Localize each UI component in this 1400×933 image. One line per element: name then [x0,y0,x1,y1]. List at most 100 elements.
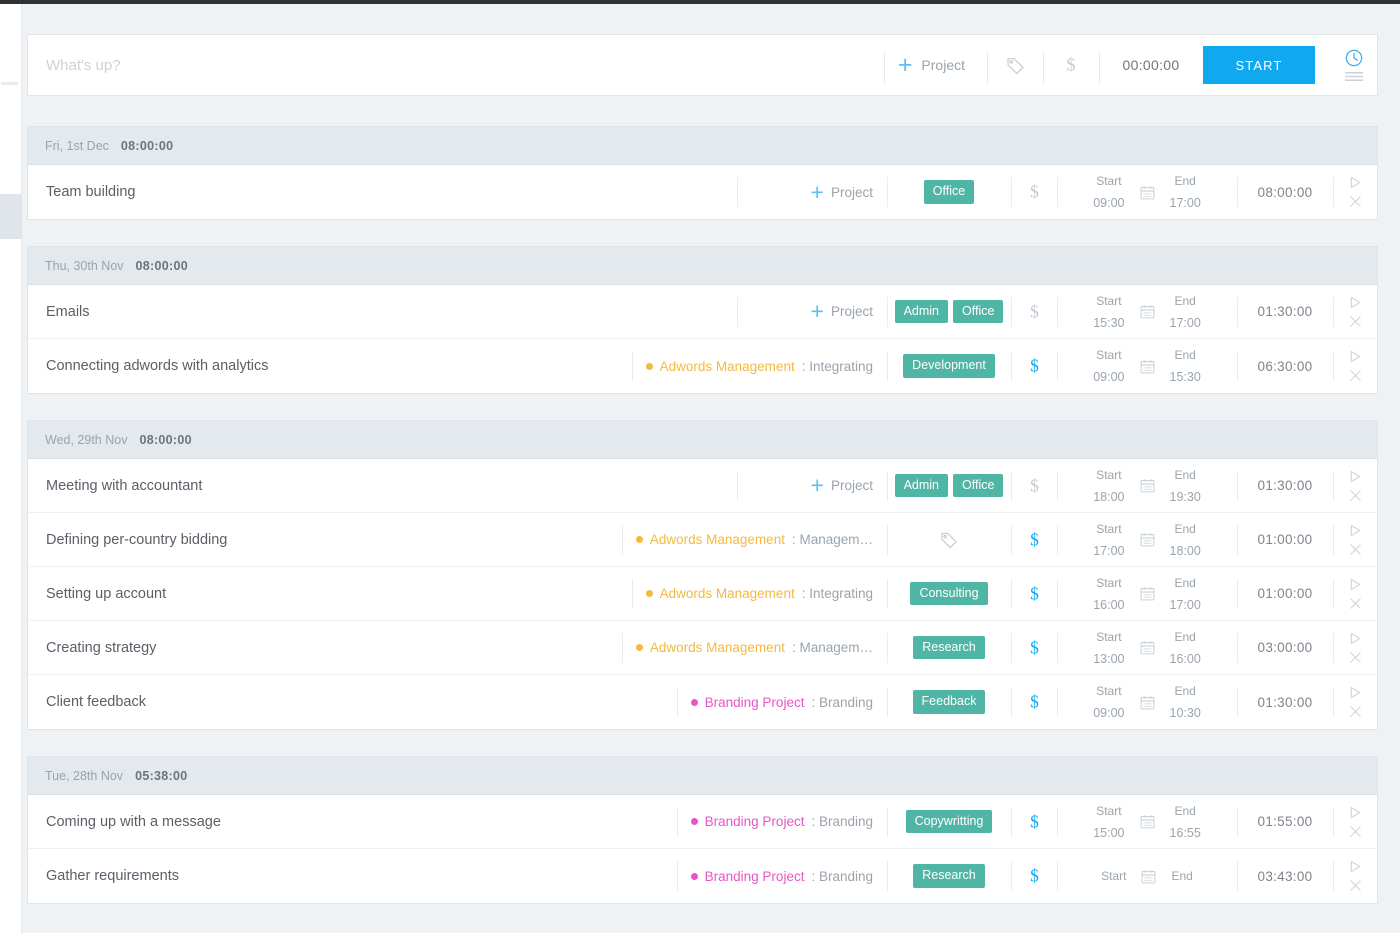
entry-start-time[interactable]: Start [1101,865,1126,887]
continue-timer-button[interactable] [1349,350,1362,363]
entry-end-time[interactable]: End 16:00 [1170,626,1201,669]
add-tag-button[interactable] [987,38,1043,92]
entry-time-range[interactable]: Start 09:00 End 15:30 [1057,339,1237,393]
continue-timer-button[interactable] [1349,176,1362,189]
entry-time-range[interactable]: Start 09:00 End 17:00 [1057,165,1237,219]
delete-entry-button[interactable] [1349,543,1362,556]
entry-tag-selector[interactable]: AdminOffice [887,459,1011,513]
entry-description[interactable]: Meeting with accountant [28,478,737,494]
time-entry-row[interactable]: Defining per-country bidding Adwords Man… [28,513,1377,567]
entry-tag-selector[interactable] [887,513,1011,567]
entry-end-time[interactable]: End 15:30 [1170,344,1201,387]
entry-time-range[interactable]: Start 13:00 End 16:00 [1057,621,1237,675]
entry-start-time[interactable]: Start 15:30 [1093,290,1124,333]
entry-project-selector[interactable]: Adwords Management : Managem… [622,621,887,675]
continue-timer-button[interactable] [1349,578,1362,591]
delete-entry-button[interactable] [1349,825,1362,838]
entry-project-selector[interactable]: Adwords Management : Integrating [632,567,887,621]
entry-duration[interactable]: 01:30:00 [1237,285,1333,339]
delete-entry-button[interactable] [1349,195,1362,208]
entry-duration[interactable]: 01:55:00 [1237,795,1333,849]
entry-billable-toggle[interactable]: $ [1011,513,1057,567]
entry-tag-selector[interactable]: AdminOffice [887,285,1011,339]
delete-entry-button[interactable] [1349,705,1362,718]
entry-description[interactable]: Defining per-country bidding [28,532,622,548]
entry-tag-selector[interactable]: Consulting [887,567,1011,621]
entry-end-time[interactable]: End 16:55 [1170,800,1201,843]
entry-project-selector[interactable]: Adwords Management : Managem… [622,513,887,567]
entry-end-time[interactable]: End [1171,865,1192,887]
entry-tag-selector[interactable]: Feedback [887,675,1011,729]
entry-time-range[interactable]: Start 15:30 End 17:00 [1057,285,1237,339]
time-entry-row[interactable]: Emails + Project AdminOffice $ Start 15:… [28,285,1377,339]
continue-timer-button[interactable] [1349,806,1362,819]
entry-project-selector[interactable]: Branding Project : Branding [677,675,887,729]
delete-entry-button[interactable] [1349,879,1362,892]
time-entry-row[interactable]: Creating strategy Adwords Management : M… [28,621,1377,675]
entry-start-time[interactable]: Start 17:00 [1093,518,1124,561]
entry-time-range[interactable]: Start 17:00 End 18:00 [1057,513,1237,567]
entry-project-selector[interactable]: + Project [737,165,887,219]
entry-billable-toggle[interactable]: $ [1011,339,1057,393]
tag-chip[interactable]: Copywritting [906,810,993,834]
delete-entry-button[interactable] [1349,597,1362,610]
add-project-button[interactable]: + Project [884,38,987,92]
tag-chip[interactable]: Admin [895,300,948,324]
continue-timer-button[interactable] [1349,686,1362,699]
time-entry-row[interactable]: Client feedback Branding Project : Brand… [28,675,1377,729]
entry-tag-selector[interactable]: Research [887,621,1011,675]
task-description-input[interactable] [28,35,884,95]
entry-tag-selector[interactable]: Office [887,165,1011,219]
entry-billable-toggle[interactable]: $ [1011,165,1057,219]
tag-chip[interactable]: Research [913,864,985,888]
entry-time-range[interactable]: Start End [1057,849,1237,903]
delete-entry-button[interactable] [1349,315,1362,328]
continue-timer-button[interactable] [1349,632,1362,645]
entry-billable-toggle[interactable]: $ [1011,795,1057,849]
entry-duration[interactable]: 01:30:00 [1237,675,1333,729]
entry-end-time[interactable]: End 18:00 [1170,518,1201,561]
entry-time-range[interactable]: Start 09:00 End 10:30 [1057,675,1237,729]
entry-start-time[interactable]: Start 16:00 [1093,572,1124,615]
entry-start-time[interactable]: Start 09:00 [1093,680,1124,723]
entry-project-selector[interactable]: Branding Project : Branding [677,849,887,903]
entry-project-selector[interactable]: + Project [737,285,887,339]
entry-description[interactable]: Setting up account [28,586,632,602]
entry-description[interactable]: Team building [28,184,737,200]
delete-entry-button[interactable] [1349,651,1362,664]
entry-duration[interactable]: 01:00:00 [1237,513,1333,567]
entry-start-time[interactable]: Start 13:00 [1093,626,1124,669]
entry-tag-selector[interactable]: Development [887,339,1011,393]
entry-start-time[interactable]: Start 18:00 [1093,464,1124,507]
entry-project-selector[interactable]: Adwords Management : Integrating [632,339,887,393]
entry-time-range[interactable]: Start 15:00 End 16:55 [1057,795,1237,849]
entry-description[interactable]: Emails [28,304,737,320]
entry-end-time[interactable]: End 17:00 [1170,572,1201,615]
time-entry-row[interactable]: Team building + Project Office $ Start 0… [28,165,1377,219]
entry-description[interactable]: Gather requirements [28,868,677,884]
entry-start-time[interactable]: Start 15:00 [1093,800,1124,843]
start-button[interactable]: START [1203,46,1315,84]
delete-entry-button[interactable] [1349,369,1362,382]
entry-start-time[interactable]: Start 09:00 [1093,170,1124,213]
entry-description[interactable]: Connecting adwords with analytics [28,358,632,374]
entry-billable-toggle[interactable]: $ [1011,285,1057,339]
entry-duration[interactable]: 01:30:00 [1237,459,1333,513]
entry-duration[interactable]: 08:00:00 [1237,165,1333,219]
entry-billable-toggle[interactable]: $ [1011,567,1057,621]
time-entry-row[interactable]: Setting up account Adwords Management : … [28,567,1377,621]
entry-end-time[interactable]: End 10:30 [1170,680,1201,723]
entry-duration[interactable]: 03:43:00 [1237,849,1333,903]
entry-start-time[interactable]: Start 09:00 [1093,344,1124,387]
tag-chip[interactable]: Consulting [910,582,987,606]
tag-chip[interactable]: Research [913,636,985,660]
time-entry-row[interactable]: Gather requirements Branding Project : B… [28,849,1377,903]
tag-chip[interactable]: Feedback [913,690,986,714]
tag-chip[interactable]: Office [953,300,1003,324]
entry-tag-selector[interactable]: Copywritting [887,795,1011,849]
entry-time-range[interactable]: Start 16:00 End 17:00 [1057,567,1237,621]
entry-billable-toggle[interactable]: $ [1011,621,1057,675]
entry-description[interactable]: Creating strategy [28,640,622,656]
time-entry-row[interactable]: Coming up with a message Branding Projec… [28,795,1377,849]
time-entry-row[interactable]: Connecting adwords with analytics Adword… [28,339,1377,393]
